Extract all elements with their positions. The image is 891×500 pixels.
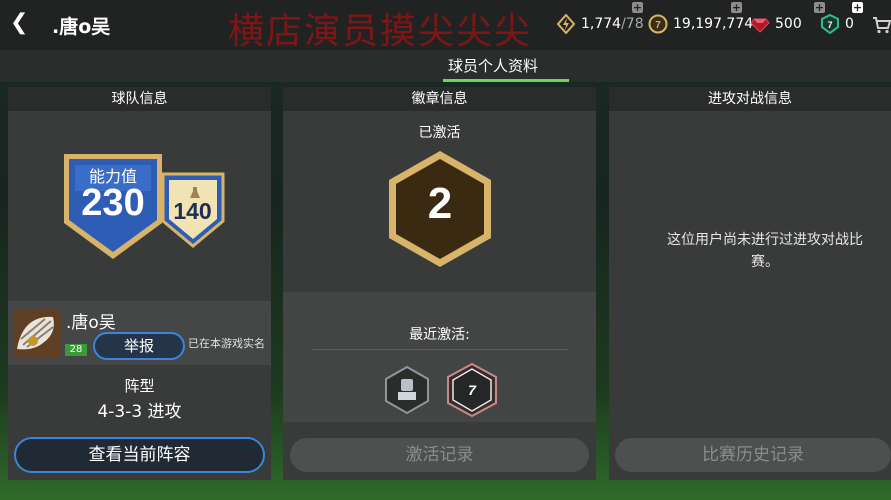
svg-text:7: 7	[468, 382, 477, 398]
badge-info-title: 徽章信息	[283, 87, 596, 111]
activated-count: 2	[427, 179, 453, 228]
recent-label: 最近激活:	[409, 327, 470, 343]
team-info-title: 球队信息	[8, 87, 271, 111]
token-value: 0	[845, 16, 854, 32]
token-shield-icon: 7	[820, 14, 840, 34]
team-info-panel: 球队信息 140 能力值 230 28 .唐o吴 举报 已在本游戏实名 阵型 4…	[8, 87, 271, 480]
player-level-badge: 28	[65, 344, 87, 356]
sub-rating-value: 140	[173, 198, 212, 224]
badge-info-panel: 徽章信息 已激活 2 最近激活: 7 激活记录	[283, 87, 596, 480]
divider	[311, 349, 569, 350]
recent-badges-area	[283, 292, 596, 422]
tab-active-indicator	[443, 79, 569, 82]
empty-message: 这位用户尚未进行过进攻对战比赛。	[667, 232, 863, 270]
activated-label: 已激活	[418, 125, 461, 141]
tab-bar	[0, 50, 891, 82]
player-name: .唐o吴	[66, 313, 116, 333]
trophy-badge-icon[interactable]	[384, 365, 430, 419]
formation-label: 阵型	[124, 377, 155, 395]
watermark-text: 横店演员摸尖尖尖	[228, 11, 533, 52]
token-counter[interactable]: 7 0	[820, 14, 854, 34]
energy-value: 1,774	[581, 16, 622, 32]
realname-note: 已在本游戏实名	[188, 337, 265, 350]
add-coins-icon[interactable]: +	[731, 2, 742, 13]
gem-icon	[750, 14, 770, 34]
add-energy-icon[interactable]: +	[632, 2, 643, 13]
energy-max: /78	[621, 16, 644, 32]
add-gems-icon[interactable]: +	[814, 2, 825, 13]
rating-value: 230	[81, 182, 145, 224]
formation-value: 4-3-3 进攻	[97, 402, 182, 422]
view-lineup-button[interactable]: 查看当前阵容	[14, 437, 265, 473]
gem-counter[interactable]: 500	[750, 14, 802, 34]
activation-history-button[interactable]: 激活记录	[290, 438, 589, 472]
coin-value: 19,197,774	[673, 16, 754, 32]
svg-text:7: 7	[827, 20, 832, 30]
shopping-cart-icon[interactable]	[872, 16, 891, 38]
energy-counter[interactable]: 1,774/78	[556, 14, 644, 34]
report-button[interactable]: 举报	[93, 332, 185, 360]
add-tokens-icon[interactable]: +	[852, 2, 863, 13]
attack-info-panel: 进攻对战信息 这位用户尚未进行过进攻对战比赛。 比赛历史记录	[609, 87, 891, 480]
tab-player-profile[interactable]: 球员个人资料	[448, 55, 538, 76]
coin-counter[interactable]: 7 19,197,774	[648, 14, 753, 34]
energy-bolt-icon	[556, 14, 576, 34]
brand-badge-icon[interactable]: 7	[447, 362, 497, 421]
gem-value: 500	[775, 16, 802, 32]
back-arrow-icon[interactable]: ❮	[10, 10, 28, 35]
match-history-button[interactable]: 比赛历史记录	[615, 438, 891, 472]
player-avatar[interactable]	[13, 309, 61, 357]
svg-text:7: 7	[655, 20, 661, 31]
attack-info-title: 进攻对战信息	[609, 87, 891, 111]
page-title: .唐o吴	[52, 16, 111, 38]
coin-icon: 7	[648, 14, 668, 34]
